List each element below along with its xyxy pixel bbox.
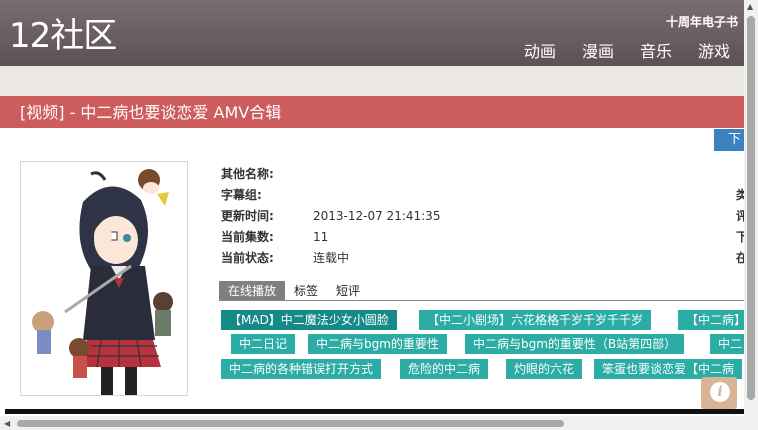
episode-link[interactable]: 【中二病】 — [678, 310, 744, 330]
episode-link[interactable]: 灼眼的六花 — [506, 359, 583, 379]
info-label: 字幕组: — [221, 188, 262, 202]
episode-link[interactable]: 中二日记 — [231, 334, 296, 354]
horizontal-scroll-thumb[interactable] — [17, 420, 564, 427]
tab-comments[interactable]: 短评 — [327, 281, 369, 300]
episode-link[interactable]: 危险的中二病 — [400, 359, 489, 379]
scroll-up-icon[interactable]: ▲ — [747, 2, 753, 11]
info-value: 11 — [313, 230, 329, 244]
nav-item-music[interactable]: 音乐 — [640, 38, 672, 62]
tab-online-play[interactable]: 在线播放 — [219, 281, 286, 300]
info-value: 连载中 — [313, 251, 350, 265]
footer-divider — [5, 409, 744, 414]
info-icon: i — [710, 382, 730, 402]
episode-link[interactable]: 中二病与bgm的重要性（B站第四部） — [465, 334, 685, 354]
subheader-band — [0, 66, 744, 96]
episode-link[interactable]: 中二病与bgm的重要性 — [308, 334, 447, 354]
tab-tags[interactable]: 标签 — [285, 281, 327, 300]
nav-item-games[interactable]: 游戏 — [698, 38, 730, 62]
site-logo[interactable]: 12社区 — [9, 14, 117, 58]
ebook-link[interactable]: 十周年电子书 — [666, 13, 738, 30]
info-row-updated: 更新时间: 2013-12-07 21:41:35 — [221, 207, 440, 224]
info-value: 2013-12-07 21:41:35 — [313, 209, 441, 223]
info-row-subgroup: 字幕组: — [221, 186, 313, 203]
vertical-scroll-thumb[interactable] — [747, 16, 755, 400]
content-tabs: 在线播放 标签 短评 — [219, 281, 744, 301]
info-label: 当前集数: — [221, 230, 274, 244]
info-side-label: 下 — [736, 230, 744, 244]
main-nav: 动画 漫画 音乐 游戏 — [498, 38, 730, 62]
site-header: 12社区 十周年电子书 动画 漫画 音乐 游戏 — [0, 0, 744, 66]
page-title: [视频] - 中二病也要谈恋爱 AMV合辑 — [0, 96, 744, 128]
episode-link[interactable]: 笨蛋也要谈恋爱【中二病 — [594, 359, 743, 379]
download-button[interactable]: 下 — [714, 129, 744, 151]
episode-link[interactable]: 【中二小剧场】六花格格千岁千岁千千岁 — [419, 310, 652, 330]
info-row-other-names: 其他名称: — [221, 165, 313, 182]
nav-item-manga[interactable]: 漫画 — [582, 38, 614, 62]
episode-link[interactable]: 中二病的各种错误打开方式 — [221, 359, 382, 379]
episode-link[interactable]: 中二 — [710, 334, 744, 354]
scroll-left-icon[interactable]: ◀ — [4, 419, 10, 428]
info-side-label: 评 — [736, 209, 744, 223]
info-side-label: 类 — [736, 188, 744, 202]
info-side-label: 在 — [736, 251, 744, 265]
info-row-status: 当前状态: 连载中 — [221, 249, 349, 266]
info-label: 更新时间: — [221, 209, 274, 223]
episode-list: 【MAD】中二魔法少女小圆脸 【中二小剧场】六花格格千岁千岁千千岁 【中二病】 … — [0, 306, 744, 382]
info-button[interactable]: i — [701, 377, 737, 409]
episode-link[interactable]: 【MAD】中二魔法少女小圆脸 — [221, 310, 397, 330]
info-label: 其他名称: — [221, 167, 274, 181]
info-row-episodes: 当前集数: 11 — [221, 228, 328, 245]
info-label: 当前状态: — [221, 251, 274, 265]
vertical-scrollbar[interactable]: ▲ — [744, 0, 758, 430]
horizontal-scrollbar[interactable]: ◀ — [0, 416, 744, 430]
nav-item-anime[interactable]: 动画 — [524, 38, 556, 62]
